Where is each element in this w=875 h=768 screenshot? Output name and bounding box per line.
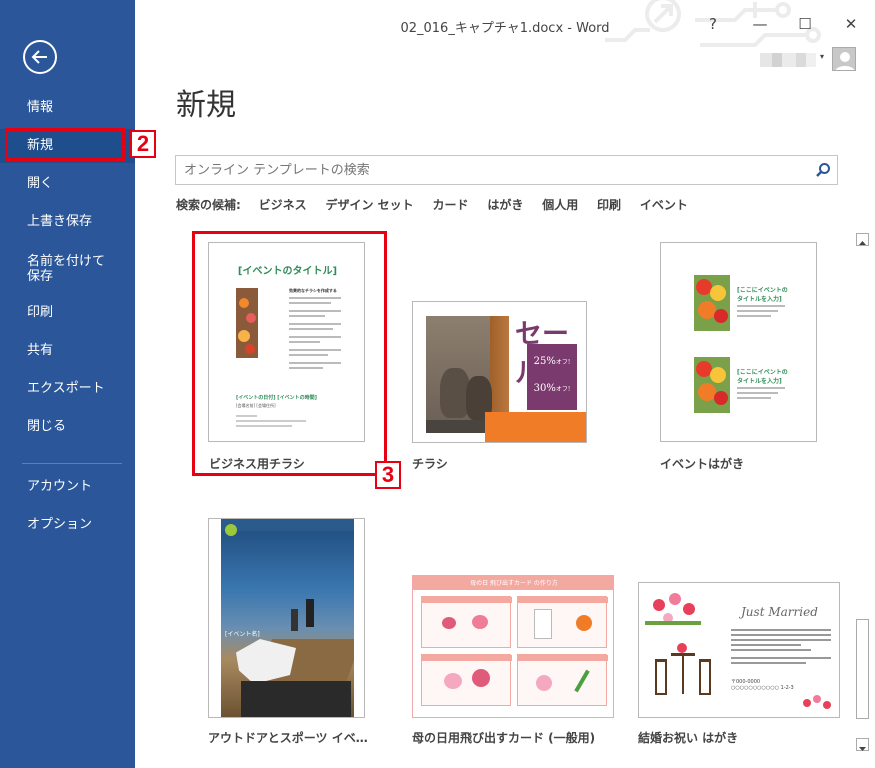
postcard-photo-1 bbox=[694, 275, 730, 331]
search-icon[interactable] bbox=[815, 162, 831, 178]
scroll-down-button[interactable] bbox=[856, 738, 869, 751]
wedding-body-text bbox=[731, 629, 831, 664]
user-silhouette-icon bbox=[835, 52, 855, 70]
mother-step-3 bbox=[421, 654, 512, 706]
template-label-event-postcard[interactable]: イベントはがき bbox=[660, 455, 744, 472]
back-arrow-icon bbox=[31, 50, 47, 64]
postcard-heading-1b: タイトルを入力] bbox=[737, 296, 782, 303]
user-dropdown-caret-icon[interactable]: ▾ bbox=[820, 52, 824, 61]
postcard-photo-2 bbox=[694, 357, 730, 413]
postcard-text-1 bbox=[737, 305, 785, 317]
wedding-table bbox=[655, 639, 711, 697]
annotation-step-3: 3 bbox=[375, 461, 401, 489]
mother-step-4 bbox=[517, 654, 608, 706]
wedding-address: ○○○○○○○○○○○ 1-2-3 bbox=[731, 685, 794, 691]
postcard-heading-1a: [ここにイベントの bbox=[737, 287, 788, 294]
outdoor-photo bbox=[221, 519, 354, 717]
scroll-down-arrow-icon bbox=[859, 747, 866, 751]
sidebar-item-export[interactable]: エクスポート bbox=[0, 372, 135, 406]
mother-step-1 bbox=[421, 596, 512, 648]
template-label-outdoor-sports[interactable]: アウトドアとスポーツ イベ… bbox=[208, 729, 368, 746]
wedding-flowers bbox=[645, 589, 705, 639]
page-title: 新規 bbox=[176, 88, 236, 123]
sale-purple-box: 25%オフ! 30%オフ! bbox=[527, 344, 577, 410]
suggestion-personal[interactable]: 個人用 bbox=[542, 198, 578, 212]
sidebar-item-save-as[interactable]: 名前を付けて 保存 bbox=[0, 252, 135, 286]
suggestion-card[interactable]: カード bbox=[433, 198, 469, 212]
user-name-blurred[interactable] bbox=[760, 52, 816, 67]
suggestion-event[interactable]: イベント bbox=[640, 198, 688, 212]
template-label-flyer[interactable]: チラシ bbox=[412, 455, 448, 472]
sidebar-item-print[interactable]: 印刷 bbox=[0, 296, 135, 330]
postcard-text-2 bbox=[737, 387, 785, 399]
template-thumbnail-event-postcard[interactable]: [ここにイベントの タイトルを入力] [ここにイベントの タイトルを入力] bbox=[660, 242, 817, 442]
scroll-thumb[interactable] bbox=[856, 619, 869, 719]
postcard-heading-2b: タイトルを入力] bbox=[737, 378, 782, 385]
vertical-scrollbar[interactable] bbox=[855, 233, 870, 751]
annotation-highlight-new bbox=[5, 128, 125, 161]
title-bar: 02_016_キャプチャ1.docx - Word ? — ☐ ✕ bbox=[135, 0, 875, 50]
sale-off-2: オフ! bbox=[555, 386, 571, 393]
maximize-button[interactable]: ☐ bbox=[793, 12, 817, 36]
annotation-highlight-business-flyer bbox=[192, 231, 387, 476]
sale-off-1: オフ! bbox=[555, 359, 571, 366]
sale-percent-2: 30% bbox=[533, 383, 556, 394]
sidebar-item-options[interactable]: オプション bbox=[0, 508, 135, 542]
scroll-up-arrow-icon bbox=[859, 241, 866, 245]
sidebar-divider bbox=[22, 463, 122, 464]
avatar[interactable] bbox=[832, 47, 856, 71]
backstage-sidebar: 情報 新規 開く 上書き保存 名前を付けて 保存 印刷 共有 エクスポート 閉じ… bbox=[0, 0, 135, 768]
mother-step-2 bbox=[517, 596, 608, 648]
minimize-button[interactable]: — bbox=[748, 12, 772, 36]
template-label-mothers-day-card[interactable]: 母の日用飛び出すカード (一般用) bbox=[412, 729, 595, 746]
scroll-up-button[interactable] bbox=[856, 233, 869, 246]
sidebar-item-save[interactable]: 上書き保存 bbox=[0, 205, 135, 239]
close-button[interactable]: ✕ bbox=[839, 12, 863, 36]
suggestion-postcard[interactable]: はがき bbox=[487, 198, 523, 212]
back-button[interactable] bbox=[23, 40, 57, 74]
sidebar-item-share[interactable]: 共有 bbox=[0, 334, 135, 368]
wedding-just-married: Just Married bbox=[741, 605, 818, 619]
suggestion-print[interactable]: 印刷 bbox=[597, 198, 621, 212]
help-button[interactable]: ? bbox=[701, 12, 725, 36]
mother-header: 母の日 飛び出すカード の作り方 bbox=[470, 580, 558, 587]
annotation-step-2: 2 bbox=[130, 130, 156, 158]
sidebar-item-close[interactable]: 閉じる bbox=[0, 410, 135, 444]
template-thumbnail-mothers-day-card[interactable]: 母の日 飛び出すカード の作り方 bbox=[412, 575, 614, 718]
sale-orange-bar bbox=[485, 412, 586, 442]
suggestion-design-set[interactable]: デザイン セット bbox=[325, 198, 413, 212]
postcard-heading-2a: [ここにイベントの bbox=[737, 369, 788, 376]
sidebar-item-account[interactable]: アカウント bbox=[0, 470, 135, 504]
sidebar-item-save-as-line1: 名前を付けて bbox=[27, 254, 106, 269]
outdoor-event-tag: [イベント名] bbox=[225, 631, 260, 638]
template-label-wedding-postcard[interactable]: 結婚お祝い はがき bbox=[638, 729, 738, 746]
suggestion-business[interactable]: ビジネス bbox=[259, 198, 307, 212]
sidebar-item-info[interactable]: 情報 bbox=[0, 91, 135, 125]
sale-percent-1: 25% bbox=[533, 356, 556, 367]
suggestions-label: 検索の候補: bbox=[176, 198, 241, 212]
template-thumbnail-wedding-postcard[interactable]: Just Married 〒000-0000 ○○○○○○○○○○○ 1-2-3 bbox=[638, 582, 840, 718]
wedding-postal-code: 〒000-0000 bbox=[731, 679, 761, 685]
search-suggestions: 検索の候補: ビジネス デザイン セット カード はがき 個人用 印刷 イベント bbox=[176, 196, 703, 213]
sidebar-item-save-as-line2: 保存 bbox=[27, 269, 54, 284]
sidebar-item-open[interactable]: 開く bbox=[0, 167, 135, 201]
wedding-corner-flowers bbox=[799, 693, 835, 715]
template-thumbnail-outdoor-sports[interactable]: [イベント名] bbox=[208, 518, 365, 718]
template-thumbnail-sale-flyer[interactable]: セール! 25%オフ! 30%オフ! bbox=[412, 301, 587, 443]
template-search-input[interactable] bbox=[176, 156, 806, 184]
template-search-box bbox=[175, 155, 838, 185]
